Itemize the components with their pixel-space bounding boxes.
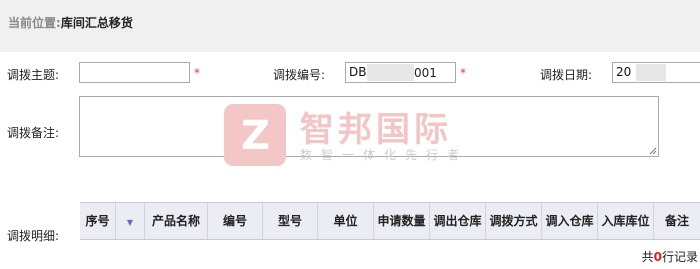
detail-label: 调拨明细: [7, 229, 60, 243]
subject-input[interactable] [79, 62, 190, 83]
col-code[interactable]: 编号 [208, 203, 263, 239]
watermark-logo: Z [224, 104, 286, 166]
col-remark[interactable]: 备注 [654, 203, 700, 239]
date-label: 调拨日期: [540, 68, 593, 82]
number-prefix: DB [349, 65, 367, 79]
number-redaction [367, 64, 414, 81]
date-prefix: 20 [616, 65, 632, 79]
col-request-qty[interactable]: 申请数量 [374, 203, 430, 239]
col-transfer-method[interactable]: 调拨方式 [486, 203, 542, 239]
watermark-slogan: 数智一体化先行者 [300, 148, 469, 162]
record-count-suffix: 行记录 [661, 250, 698, 264]
col-in-warehouse[interactable]: 调入仓库 [542, 203, 598, 239]
breadcrumb-page: 库间汇总移货 [60, 16, 133, 30]
col-product-name[interactable]: 产品名称 [145, 203, 208, 239]
remark-label: 调拨备注: [7, 126, 60, 140]
watermark-name: 智邦国际 [300, 110, 452, 150]
resize-grip-icon[interactable] [649, 147, 657, 155]
col-out-warehouse[interactable]: 调出仓库 [430, 203, 486, 239]
record-count-number: 0 [653, 250, 662, 264]
record-count: 共0行记录 [642, 248, 698, 265]
col-index[interactable]: 序号 [80, 203, 116, 239]
detail-grid-header: 序号 ▼ 产品名称 编号 型号 单位 申请数量 调出仓库 调拨方式 调入仓库 入… [80, 202, 700, 240]
col-sort[interactable]: ▼ [116, 203, 145, 239]
subject-label: 调拨主题: [7, 68, 60, 82]
subject-required-mark: * [194, 66, 200, 80]
number-suffix: 001 [414, 66, 437, 80]
number-required-mark: * [460, 66, 466, 80]
breadcrumb-label: 当前位置: [8, 16, 61, 30]
col-in-location[interactable]: 入库库位 [598, 203, 654, 239]
col-unit[interactable]: 单位 [318, 203, 374, 239]
number-label: 调拨编号: [273, 68, 326, 82]
date-redaction [636, 64, 666, 81]
sort-down-icon[interactable]: ▼ [127, 218, 133, 227]
breadcrumb: 当前位置:库间汇总移货 [8, 14, 133, 31]
col-model[interactable]: 型号 [263, 203, 318, 239]
watermark-logo-letter: Z [241, 113, 271, 159]
record-count-prefix: 共 [641, 250, 654, 264]
